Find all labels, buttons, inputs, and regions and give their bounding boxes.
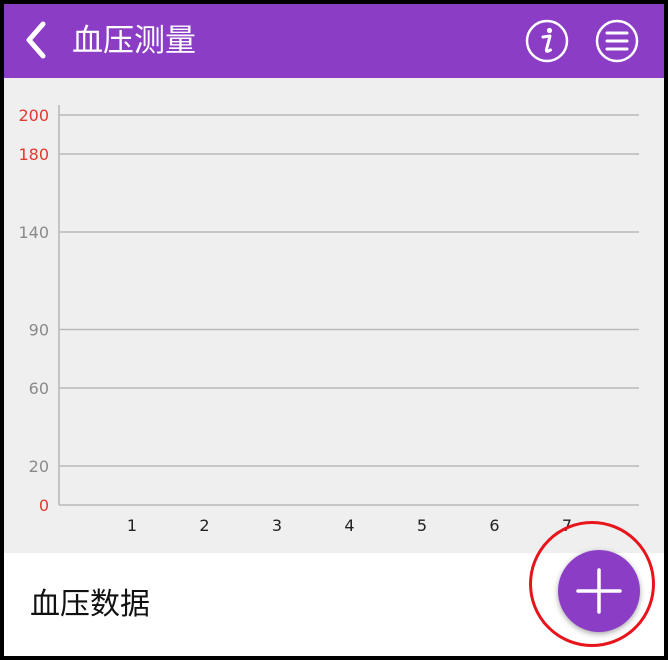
blood-pressure-chart: 0 20 60 90 140 180 200 1 2 3 4 5 6 7 — [4, 78, 664, 553]
page-title: 血压测量 — [72, 23, 196, 59]
menu-icon — [595, 19, 639, 63]
x-tick-label-1: 1 — [127, 516, 137, 535]
info-button[interactable] — [524, 18, 570, 64]
y-tick-label-180: 180 — [18, 145, 49, 164]
y-tick-label-140: 140 — [18, 223, 49, 242]
x-tick-label-4: 4 — [344, 516, 354, 535]
y-tick-label-90: 90 — [29, 321, 49, 340]
data-section-title: 血压数据 — [30, 587, 150, 622]
add-measurement-button[interactable] — [558, 550, 640, 632]
y-tick-label-20: 20 — [29, 457, 49, 476]
plus-icon — [576, 568, 622, 614]
x-tick-label-6: 6 — [489, 516, 499, 535]
y-tick-label-0: 0 — [39, 496, 49, 515]
back-button[interactable] — [14, 18, 58, 62]
info-icon — [525, 19, 569, 63]
y-tick-label-60: 60 — [29, 379, 49, 398]
x-tick-label-2: 2 — [199, 516, 209, 535]
menu-button[interactable] — [594, 18, 640, 64]
header-bar: 血压测量 — [4, 4, 664, 78]
y-tick-label-200: 200 — [18, 106, 49, 125]
chart-svg: 0 20 60 90 140 180 200 1 2 3 4 5 6 7 — [18, 105, 639, 535]
chevron-left-icon — [26, 21, 46, 59]
x-tick-label-7: 7 — [562, 516, 572, 535]
x-tick-label-5: 5 — [417, 516, 427, 535]
x-tick-label-3: 3 — [272, 516, 282, 535]
app-screen: 血压测量 0 20 60 90 140 180 200 1 2 3 4 5 6 7 血压数据 — [4, 4, 664, 656]
